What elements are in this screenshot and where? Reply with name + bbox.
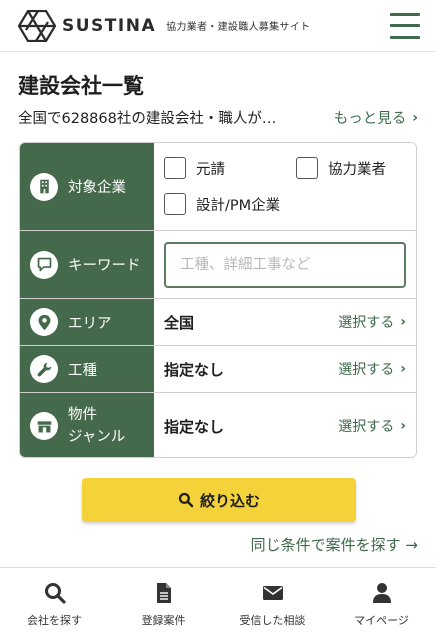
search-icon [44, 583, 66, 604]
trade-value-wrap: 指定なし 選択する › [154, 346, 416, 392]
genre-value: 指定なし [164, 417, 225, 436]
chevron-right-icon: › [412, 109, 418, 126]
chevron-right-icon: › [400, 418, 406, 434]
wrench-icon [30, 355, 58, 383]
nav-label: マイページ [354, 614, 409, 627]
genre-label-line2: ジャンル [68, 429, 126, 445]
checkbox-box[interactable] [296, 157, 318, 179]
summary-row: 全国で628868社の建設会社・職人が… もっと見る › [18, 107, 418, 128]
checkbox-prime-contractor[interactable]: 元請 [164, 157, 225, 179]
page-title: 建設会社一覧 [18, 74, 144, 98]
nav-received-inquiries[interactable]: 受信した相談 [218, 568, 327, 640]
chat-bubble-icon [30, 250, 58, 279]
checkbox-label: 協力業者 [328, 161, 386, 178]
filter-row-trade[interactable]: 工種 指定なし 選択する › [20, 346, 416, 393]
filter-row-keyword: キーワード [20, 231, 416, 299]
filter-table: 対象企業 元請 協力業者 設計/PM企業 キーワード 工種、詳細工事など エリア… [19, 142, 417, 458]
brand-name[interactable]: SUSTINA [62, 16, 156, 36]
user-icon [372, 583, 391, 603]
area-select-link[interactable]: 選択する › [338, 312, 406, 332]
keyword-input[interactable] [164, 241, 406, 288]
genre-select-link[interactable]: 選択する › [338, 416, 406, 436]
checkbox-subcontractor[interactable]: 協力業者 [296, 157, 386, 179]
area-value-wrap: 全国 選択する › [154, 299, 416, 345]
keyword-field-wrap [154, 231, 416, 298]
search-icon [178, 492, 194, 508]
checkbox-design-pm[interactable]: 設計/PM企業 [164, 193, 280, 215]
nav-label: 会社を探す [27, 614, 82, 627]
filter-row-genre[interactable]: 物件 ジャンル 指定なし 選択する › [20, 393, 416, 457]
chevron-right-icon: › [400, 314, 406, 330]
bottom-navigation: 会社を探す 登録案件 受信した相談 マイページ [0, 567, 436, 640]
filter-label-area: エリア [20, 299, 154, 345]
select-link-label: 選択する [338, 362, 395, 378]
filter-label-trade: 工種 [20, 346, 154, 392]
envelope-icon [262, 586, 283, 600]
search-button-label: 絞り込む [199, 492, 260, 510]
sustina-logo-icon[interactable] [18, 9, 56, 42]
nav-find-companies[interactable]: 会社を探す [0, 568, 109, 640]
nav-registered-projects[interactable]: 登録案件 [109, 568, 218, 640]
nav-my-page[interactable]: マイページ [327, 568, 436, 640]
see-more-label: もっと見る [333, 111, 407, 127]
filter-label-text: エリア [68, 315, 112, 332]
brand-tagline: 協力業者・建設職人募集サイト [166, 22, 311, 33]
trade-select-link[interactable]: 選択する › [338, 359, 406, 379]
see-more-link[interactable]: もっと見る › [334, 107, 418, 128]
same-conditions-projects-link[interactable]: 同じ条件で案件を探す → [251, 534, 418, 555]
nav-label: 登録案件 [141, 614, 186, 627]
document-icon [156, 583, 171, 603]
building-icon [30, 172, 58, 201]
map-pin-icon [30, 308, 58, 336]
filter-label-text: 対象企業 [68, 180, 126, 196]
filter-label-text: 物件 ジャンル [68, 404, 125, 449]
page-root: SUSTINA 協力業者・建設職人募集サイト 建設会社一覧 全国で628868社… [0, 0, 436, 640]
genre-label-line1: 物件 [68, 406, 97, 423]
filter-label-genre: 物件 ジャンル [20, 393, 154, 457]
area-value: 全国 [164, 313, 195, 332]
checkbox-label: 元請 [196, 161, 225, 178]
select-link-label: 選択する [338, 315, 395, 331]
filter-label-keyword: キーワード [20, 231, 154, 298]
chevron-right-icon: › [400, 361, 406, 377]
trade-value: 指定なし [164, 360, 225, 379]
storefront-icon [30, 412, 58, 440]
filter-label-company-type: 対象企業 [20, 143, 154, 230]
filter-label-text: 工種 [68, 362, 97, 379]
site-header: SUSTINA 協力業者・建設職人募集サイト [0, 0, 436, 52]
checkbox-box[interactable] [164, 157, 186, 179]
company-count-summary: 全国で628868社の建設会社・職人が… [18, 111, 277, 127]
company-type-options: 元請 協力業者 設計/PM企業 [154, 143, 416, 230]
checkbox-box[interactable] [164, 193, 186, 215]
genre-value-wrap: 指定なし 選択する › [154, 393, 416, 457]
filter-row-company-type: 対象企業 元請 協力業者 設計/PM企業 [20, 143, 416, 231]
hamburger-menu-icon[interactable] [390, 12, 420, 39]
filter-search-button[interactable]: 絞り込む [82, 478, 356, 522]
filter-row-area[interactable]: エリア 全国 選択する › [20, 299, 416, 346]
filter-label-text: キーワード [68, 258, 141, 274]
nav-label: 受信した相談 [239, 614, 306, 627]
checkbox-label: 設計/PM企業 [196, 197, 281, 214]
select-link-label: 選択する [338, 419, 395, 435]
